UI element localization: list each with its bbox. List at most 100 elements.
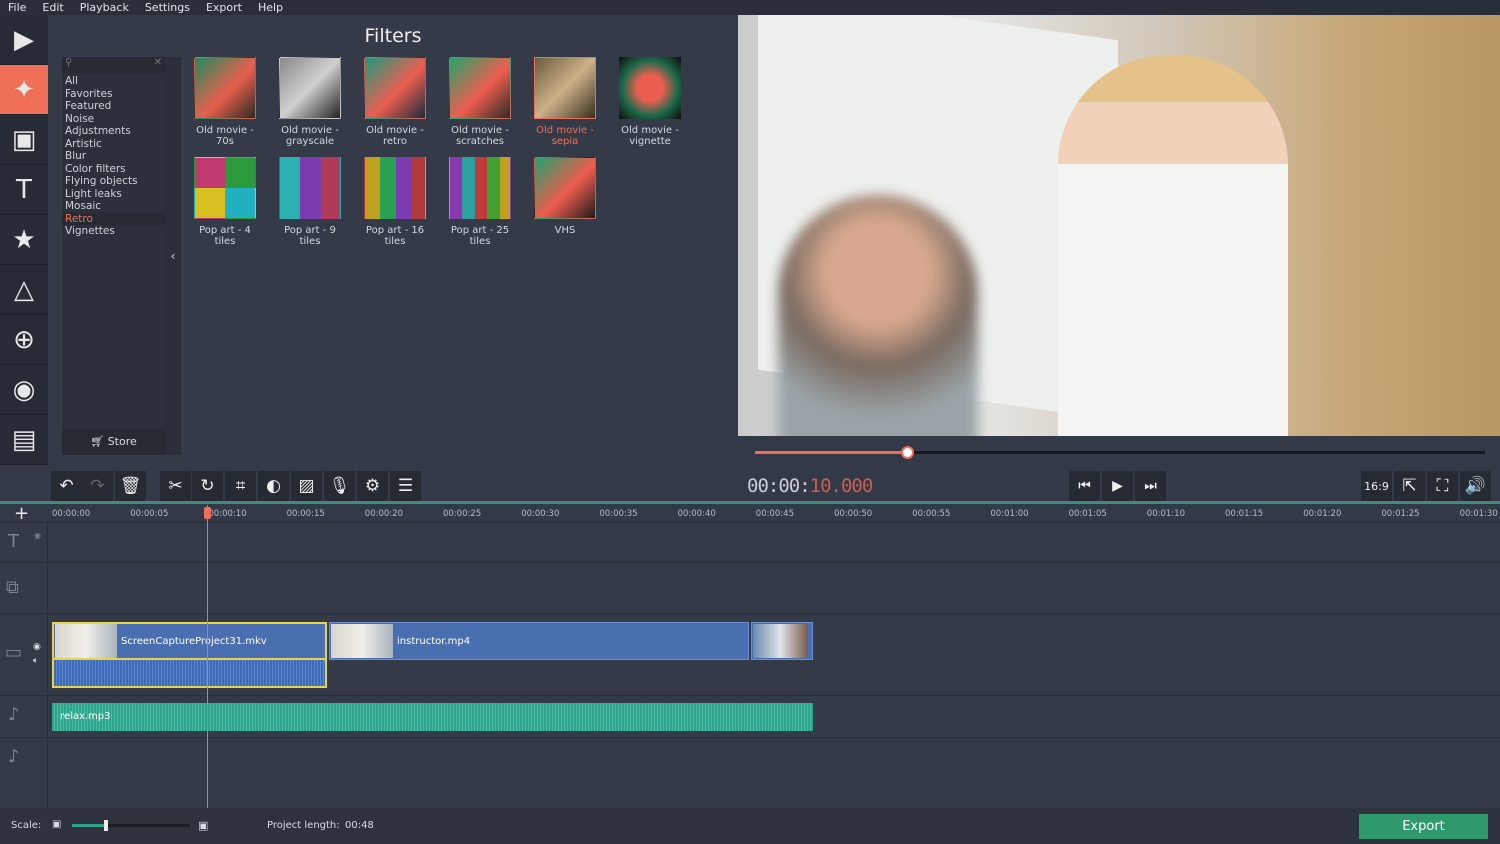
music-note-icon: ♪	[8, 746, 20, 767]
category-item[interactable]: Color filters	[62, 163, 165, 176]
cut-button[interactable]: ✂	[160, 471, 191, 501]
category-item[interactable]: Mosaic	[62, 200, 165, 213]
filter-tile[interactable]: VHS	[525, 157, 605, 236]
rail-button[interactable]: ✦	[0, 65, 48, 115]
scale-slider[interactable]	[72, 820, 190, 831]
video-clip[interactable]	[751, 622, 813, 660]
clip-audio-waveform[interactable]	[52, 660, 327, 688]
filter-label: Old movie - grayscale	[270, 125, 350, 147]
filter-tile[interactable]: Old movie - scratches	[440, 57, 520, 147]
clip-name: ScreenCaptureProject31.mkv	[121, 635, 267, 647]
zoom-in-icon[interactable]: ▣	[198, 819, 208, 832]
filter-tile[interactable]: Old movie - vignette	[610, 57, 690, 147]
video-clip[interactable]: ScreenCaptureProject31.mkv	[52, 622, 327, 660]
audio-clip-name: relax.mp3	[60, 711, 111, 722]
delete-button[interactable]: 🗑	[115, 471, 146, 501]
category-item[interactable]: Vignettes	[62, 225, 165, 238]
filter-label: VHS	[525, 225, 605, 236]
rail-button[interactable]: ★	[0, 215, 48, 265]
timecode-display: 00:00:10.000	[747, 475, 873, 497]
category-item[interactable]: Retro	[62, 212, 165, 225]
rail-button[interactable]: T	[0, 165, 48, 215]
skip-forward-button[interactable]: ⏭	[1135, 471, 1166, 501]
rail-button[interactable]: ▣	[0, 115, 48, 165]
category-item[interactable]: Adjustments	[62, 125, 165, 138]
filter-tile[interactable]: Old movie -70s	[185, 57, 265, 147]
volume-button[interactable]: 🔊	[1460, 471, 1491, 501]
status-bar: Scale: ▣ ▣ Project length: 00:48 Export	[0, 808, 1500, 844]
category-item[interactable]: Artistic	[62, 138, 165, 151]
menu-playback[interactable]: Playback	[72, 0, 137, 15]
menu-edit[interactable]: Edit	[34, 0, 71, 15]
color-adjust-button[interactable]: ◐	[258, 471, 289, 501]
filter-tile[interactable]: Pop art - 4 tiles	[185, 157, 265, 247]
chevron-left-icon: ‹	[170, 249, 176, 263]
category-item[interactable]: All	[62, 75, 165, 88]
add-track-icon[interactable]: +	[14, 503, 29, 524]
filter-tile[interactable]: Old movie - grayscale	[270, 57, 350, 147]
microphone-button[interactable]: 🎙	[324, 471, 355, 501]
category-item[interactable]: Flying objects	[62, 175, 165, 188]
category-list: ⚲ ✕ All Favorites Featured Noise Adjustments A…	[62, 57, 165, 455]
audio-track-header: ♪	[0, 696, 48, 737]
zoom-out-icon[interactable]: ▣	[52, 819, 61, 830]
ruler-tick: 00:00:45	[755, 509, 794, 519]
video-clip[interactable]: instructor.mp4	[329, 622, 749, 660]
export-button[interactable]: Export	[1359, 814, 1488, 839]
clear-search-icon[interactable]: ✕	[154, 57, 162, 68]
seek-handle[interactable]	[900, 446, 914, 459]
image-button[interactable]: ▨	[291, 471, 322, 501]
visibility-eye-icon[interactable]: ◉	[33, 642, 41, 652]
category-item[interactable]: Featured	[62, 100, 165, 113]
rail-button[interactable]: △	[0, 265, 48, 315]
ruler-tick: 00:00:10	[208, 509, 247, 519]
audio-clip[interactable]: relax.mp3	[52, 703, 813, 731]
menu-help[interactable]: Help	[250, 0, 291, 15]
detach-preview-button[interactable]: ⇱	[1394, 471, 1425, 501]
mute-icon[interactable]: 🔈︎	[33, 656, 38, 666]
menu-settings[interactable]: Settings	[137, 0, 198, 15]
playhead[interactable]	[207, 505, 208, 808]
store-button[interactable]: 🛒︎ Store	[62, 429, 165, 455]
filter-tile[interactable]: Old movie - sepia	[525, 57, 605, 147]
rail-button[interactable]: ⊕	[0, 315, 48, 365]
visibility-eye-icon[interactable]: ◉	[34, 531, 41, 540]
settings-gear-button[interactable]: ⚙	[357, 471, 388, 501]
filter-tile[interactable]: Old movie - retro	[355, 57, 435, 147]
menu-file[interactable]: File	[0, 0, 34, 15]
video-preview[interactable]	[738, 15, 1500, 436]
category-item[interactable]: Blur	[62, 150, 165, 163]
category-item[interactable]: Noise	[62, 113, 165, 126]
preview-seekbar[interactable]	[738, 436, 1500, 468]
menu-bar: File Edit Playback Settings Export Help	[0, 0, 1500, 15]
clip-thumbnail	[55, 624, 117, 658]
filter-tile[interactable]: Pop art - 16 tiles	[355, 157, 435, 247]
fullscreen-button[interactable]: ⛶	[1427, 471, 1458, 501]
redo-button[interactable]: ↷	[82, 471, 113, 501]
aspect-ratio-button[interactable]: 16:9	[1361, 471, 1392, 501]
timeline-ruler[interactable]: + 00:00:00 00:00:05 00:00:10 00:00:15 00:00:…	[0, 503, 1500, 524]
menu-export[interactable]: Export	[198, 0, 250, 15]
play-button[interactable]: ▶	[1102, 471, 1133, 501]
equalizer-button[interactable]: ☰	[390, 471, 421, 501]
filter-label-line: Pop art - 4	[199, 225, 251, 236]
filter-tile[interactable]: Pop art - 9 tiles	[270, 157, 350, 247]
filter-search-input[interactable]: ⚲ ✕	[62, 57, 165, 73]
undo-button[interactable]: ↶	[51, 471, 82, 501]
crop-button[interactable]: ⌗	[225, 471, 256, 501]
rail-button[interactable]: ▤	[0, 415, 48, 465]
rail-button[interactable]: ◉	[0, 365, 48, 415]
filter-tile[interactable]: Pop art - 25 tiles	[440, 157, 520, 247]
more-tools-icon: ▤	[11, 424, 37, 455]
collapse-categories-button[interactable]: ‹	[165, 57, 181, 455]
filter-thumbnail	[534, 57, 596, 119]
rail-button[interactable]: ▶	[0, 15, 48, 65]
transitions-icon: ▣	[11, 124, 37, 155]
rotate-button[interactable]: ↻	[192, 471, 223, 501]
category-item[interactable]: Favorites	[62, 88, 165, 101]
skip-back-button[interactable]: ⏮	[1069, 471, 1100, 501]
ruler-tick: 00:01:30	[1459, 509, 1498, 519]
category-item[interactable]: Light leaks	[62, 188, 165, 201]
filter-label: Old movie - vignette	[610, 125, 690, 147]
overlay-track: ⧉	[0, 563, 1500, 614]
